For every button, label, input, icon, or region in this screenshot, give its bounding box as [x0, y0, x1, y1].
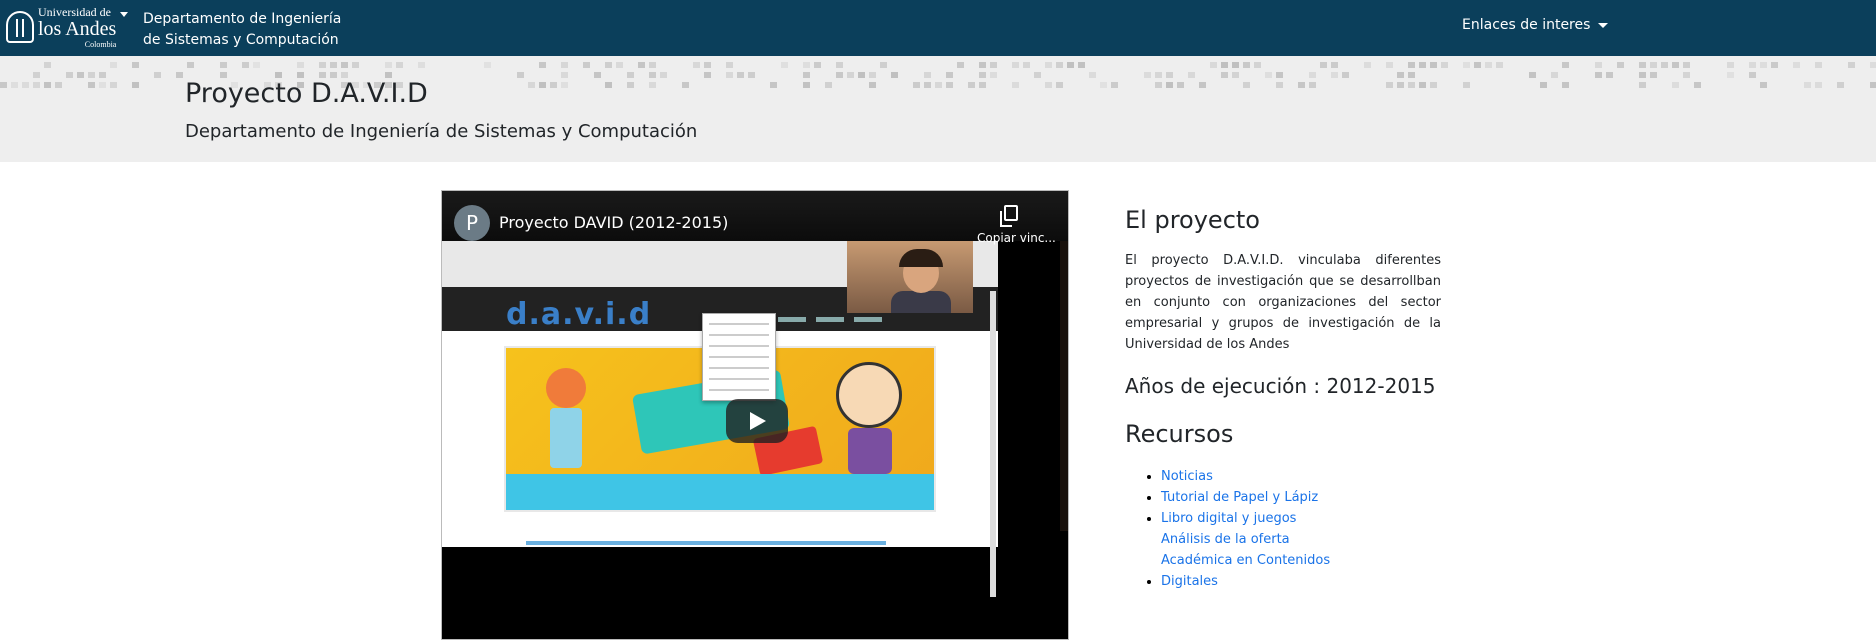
resource-link-book[interactable]: Libro digital y juegos — [1161, 508, 1296, 529]
resource-link-tutorial[interactable]: Tutorial de Papel y Lápiz — [1161, 487, 1318, 508]
resource-link-news[interactable]: Noticias — [1161, 466, 1213, 487]
resources-heading: Recursos — [1125, 420, 1234, 448]
department-link[interactable]: Departamento de Ingeniería de Sistemas y… — [143, 9, 341, 51]
logo-dropdown-caret-icon[interactable] — [120, 12, 128, 17]
video-player[interactable]: d.a.v.i.d P Proyecto DAVID (2012-2015) C… — [441, 190, 1069, 640]
list-item: Libro digital y juegos — [1161, 508, 1361, 529]
list-item: Tutorial de Papel y Lápiz — [1161, 487, 1361, 508]
project-heading: El proyecto — [1125, 206, 1260, 234]
list-item: Noticias — [1161, 466, 1361, 487]
execution-years: Años de ejecución : 2012-2015 — [1125, 374, 1436, 398]
project-description: El proyecto D.A.V.I.D. vinculaba diferen… — [1125, 253, 1441, 352]
video-site-logo: d.a.v.i.d — [506, 297, 652, 332]
logo-line-3: Colombia — [84, 39, 117, 49]
play-button[interactable] — [726, 399, 788, 443]
resources-list: Noticias Tutorial de Papel y Lápiz Libro… — [1125, 466, 1361, 592]
links-dropdown[interactable]: Enlaces de interes — [1462, 17, 1609, 33]
video-dropdown-menu — [702, 313, 776, 401]
chevron-down-icon — [1598, 22, 1609, 28]
department-line-2: de Sistemas y Computación — [143, 32, 339, 48]
channel-avatar[interactable]: P — [454, 205, 490, 241]
crest-icon — [6, 11, 34, 43]
list-item: Análisis de la oferta Académica en Conte… — [1161, 529, 1361, 592]
logo-line-1: Universidad de — [38, 4, 111, 19]
resource-link-analysis[interactable]: Análisis de la oferta Académica en Conte… — [1161, 529, 1361, 592]
video-title[interactable]: Proyecto DAVID (2012-2015) — [499, 213, 728, 232]
university-logo[interactable]: Universidad de los Andes Colombia — [6, 4, 122, 50]
department-line-1: Departamento de Ingeniería — [143, 11, 342, 27]
video-webcam-overlay — [847, 241, 973, 313]
links-dropdown-label: Enlaces de interes — [1462, 17, 1591, 33]
top-navbar: Universidad de los Andes Colombia Depart… — [0, 0, 1876, 56]
copy-link-label[interactable]: Copiar vinc... — [977, 231, 1056, 245]
page-title: Proyecto D.A.V.I.D — [185, 78, 428, 109]
page-header-band: Proyecto D.A.V.I.D Departamento de Ingen… — [0, 56, 1876, 162]
logo-line-2: los Andes — [38, 17, 117, 40]
copy-link-icon[interactable] — [1000, 205, 1018, 227]
page-subtitle: Departamento de Ingeniería de Sistemas y… — [185, 121, 698, 142]
